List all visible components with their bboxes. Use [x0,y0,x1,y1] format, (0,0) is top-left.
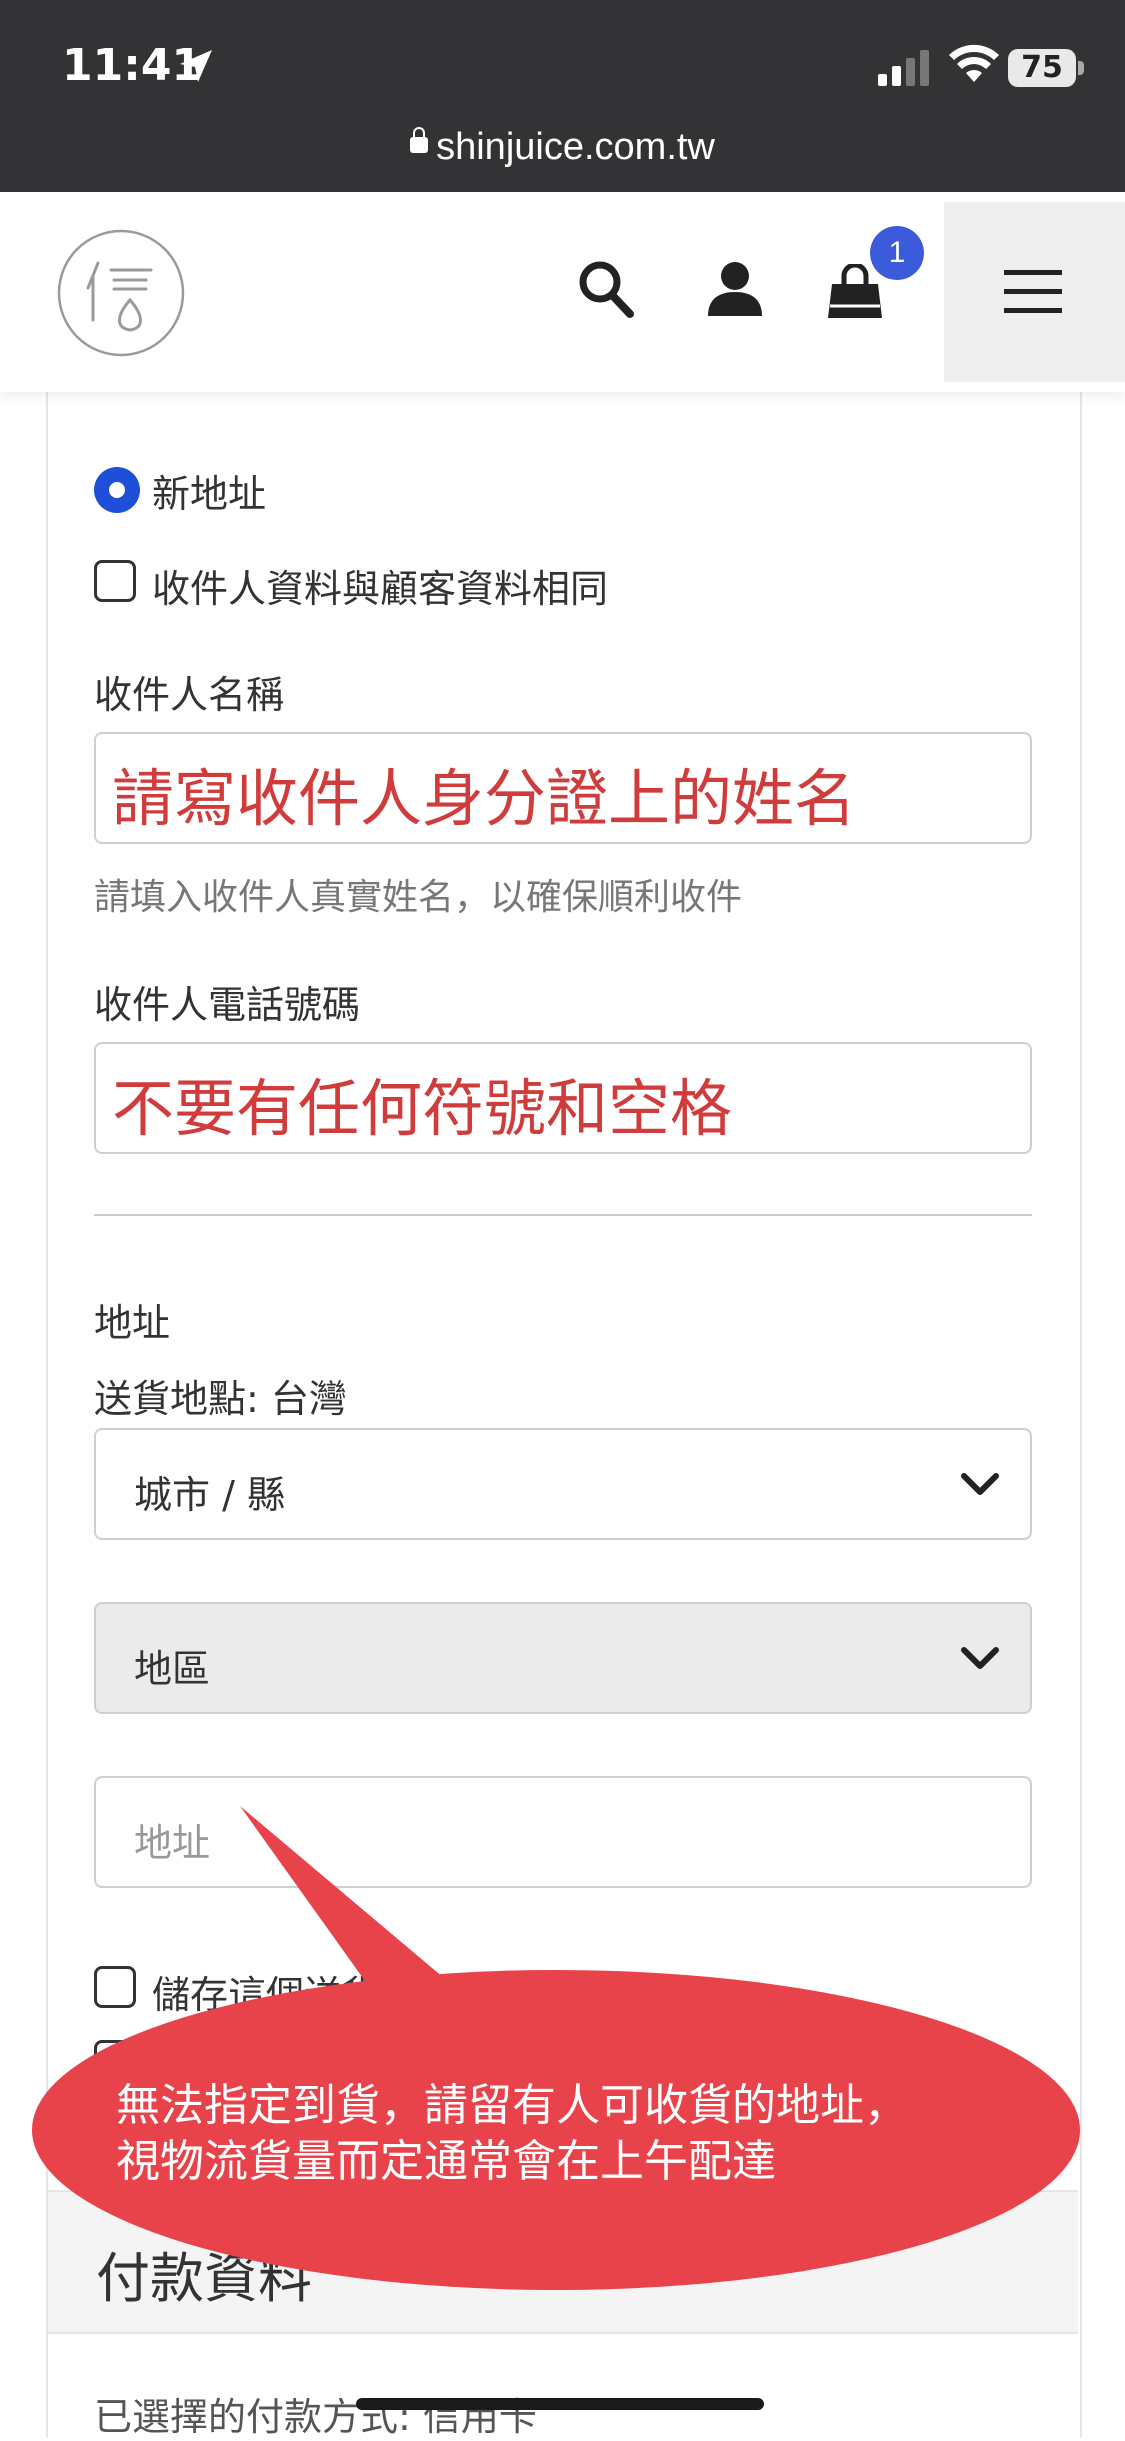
search-icon[interactable] [576,258,634,318]
location-arrow-icon [180,50,212,82]
recipient-phone-value: 不要有任何符號和空格 [112,1072,733,1145]
new-address-label: 新地址 [152,472,267,516]
address-placeholder: 地址 [134,1821,211,1865]
lock-icon [410,126,429,153]
same-as-customer-label: 收件人資料與顧客資料相同 [152,567,609,611]
home-indicator [356,2398,764,2410]
district-select-value: 地區 [134,1647,211,1691]
save-address-checkbox[interactable] [94,1966,136,2008]
new-address-radio[interactable] [94,467,140,513]
second-checkbox[interactable] [94,2040,136,2082]
address-section-label: 地址 [94,1301,171,1345]
delivery-note-line2: 視物流貨量而定通常會在上午配達 [116,2136,776,2187]
recipient-name-input[interactable]: 請寫收件人身分證上的姓名 [94,732,1032,844]
cellular-signal-icon [878,50,929,86]
user-account-icon[interactable] [706,260,764,318]
payment-section-title: 付款資料 [96,2247,312,2310]
shopping-bag-icon[interactable] [826,264,884,320]
district-select[interactable]: 地區 [94,1602,1032,1714]
cart-count-badge: 1 [870,226,924,280]
site-header: 1 [0,192,1125,392]
recipient-phone-input[interactable]: 不要有任何符號和空格 [94,1042,1032,1154]
city-select-value: 城市 / 縣 [134,1473,285,1517]
hamburger-menu-icon [1004,270,1062,313]
status-bar: 11:41 75 shinjuice.com.tw [0,0,1125,192]
url-text: shinjuice.com.tw [436,126,715,168]
chevron-down-icon [961,1473,999,1495]
selected-payment-method: 已選擇的付款方式: 信用卡 [94,2395,537,2439]
battery-nub [1078,61,1084,75]
recipient-name-helper: 請填入收件人真實姓名，以確保順利收件 [94,877,743,918]
delivery-note-text: 無法指定到貨，請留有人可收貨的地址， 視物流貨量而定通常會在上午配達 [116,2078,908,2190]
address-bar[interactable]: shinjuice.com.tw [0,126,1125,169]
address-input[interactable]: 地址 [94,1776,1032,1888]
chevron-down-icon [961,1647,999,1669]
recipient-name-value: 請寫收件人身分證上的姓名 [112,762,857,835]
delivery-note-line1: 無法指定到貨，請留有人可收貨的地址， [116,2080,908,2131]
menu-button[interactable] [944,202,1125,382]
battery-indicator: 75 [1008,49,1076,87]
city-select[interactable]: 城市 / 縣 [94,1428,1032,1540]
save-address-label: 儲存這個送貨地址 [152,1973,457,2017]
recipient-name-label: 收件人名稱 [94,673,285,717]
wifi-icon [949,44,999,82]
recipient-phone-label: 收件人電話號碼 [94,983,361,1027]
payment-section-header: 付款資料 [48,2190,1078,2334]
delivery-location-label: 送貨地點: 台灣 [94,1377,347,1421]
shinjuice-logo[interactable] [56,228,186,358]
same-as-customer-checkbox[interactable] [94,560,136,602]
section-divider [94,1214,1032,1216]
